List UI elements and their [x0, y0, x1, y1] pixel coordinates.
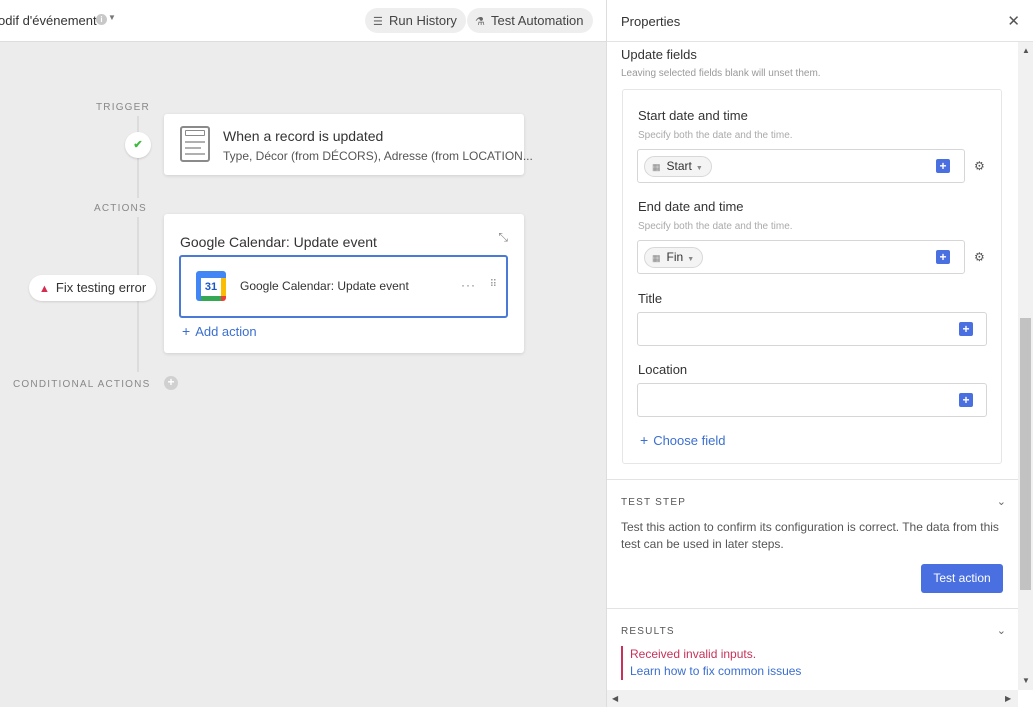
close-icon[interactable]: ✕: [1007, 12, 1020, 30]
collapse-icon[interactable]: ⤡: [498, 230, 508, 245]
add-field-icon[interactable]: +: [936, 250, 950, 264]
update-fields-subtitle: Leaving selected fields blank will unset…: [621, 68, 821, 79]
start-token[interactable]: ▦ Start ▼: [644, 156, 712, 177]
record-icon: [180, 126, 210, 162]
info-icon[interactable]: i: [96, 14, 107, 25]
fix-testing-error-button[interactable]: ▲ Fix testing error: [29, 275, 157, 301]
list-icon: ☰: [373, 16, 383, 28]
add-conditional-icon[interactable]: +: [164, 376, 178, 390]
title-field-input[interactable]: +: [637, 312, 987, 346]
trigger-title: When a record is updated: [223, 128, 384, 144]
run-history-button[interactable]: ☰ Run History: [365, 8, 466, 33]
end-token[interactable]: ▦ Fin ▼: [644, 247, 704, 268]
conditional-actions-label: CONDITIONAL ACTIONS: [13, 379, 151, 390]
panel-title: Properties: [621, 14, 681, 29]
horizontal-scrollbar[interactable]: ◀ ▶: [607, 690, 1018, 707]
location-field-input[interactable]: +: [637, 383, 987, 417]
run-history-label: Run History: [389, 13, 457, 28]
add-action-button[interactable]: + Add action: [182, 323, 257, 339]
warning-icon: ▲: [39, 283, 50, 295]
choose-field-label: Choose field: [653, 433, 726, 448]
update-fields-title: Update fields: [621, 47, 697, 62]
check-icon: ✔: [125, 132, 151, 158]
scroll-up-icon[interactable]: ▲: [1022, 46, 1030, 55]
test-step-title: TEST STEP: [621, 497, 687, 508]
divider: [607, 479, 1018, 480]
action-step[interactable]: 31 Google Calendar: Update event ··· ⠿: [179, 255, 508, 318]
test-action-button[interactable]: Test action: [921, 564, 1003, 593]
calendar-icon: ▦: [652, 253, 661, 263]
trigger-card[interactable]: When a record is updated Type, Décor (fr…: [164, 114, 533, 175]
drag-handle-icon[interactable]: ⠿: [490, 279, 497, 290]
test-step-description: Test this action to confirm its configur…: [621, 520, 999, 551]
actions-label: ACTIONS: [94, 203, 147, 214]
end-field-hint: Specify both the date and the time.: [638, 221, 793, 232]
start-field-input[interactable]: ▦ Start ▼ +: [637, 149, 965, 183]
scroll-left-icon[interactable]: ◀: [612, 694, 618, 703]
top-bar: odif d'événement i ▼ ☰ Run History ⚗ Test …: [0, 0, 606, 42]
vertical-scrollbar[interactable]: ▲ ▼: [1018, 42, 1033, 690]
gear-icon[interactable]: ⚙: [974, 250, 985, 264]
trigger-label: TRIGGER: [96, 102, 150, 113]
properties-panel: Properties ✕ Update fields Leaving selec…: [606, 0, 1033, 707]
start-field-hint: Specify both the date and the time.: [638, 130, 793, 141]
chevron-down-icon[interactable]: ⌄: [997, 495, 1006, 508]
scroll-right-icon[interactable]: ▶: [1005, 694, 1011, 703]
add-field-icon[interactable]: +: [959, 322, 973, 336]
chevron-down-icon[interactable]: ⌄: [997, 624, 1006, 637]
flask-icon: ⚗: [475, 16, 485, 28]
error-pill-label: Fix testing error: [55, 280, 147, 295]
gear-icon[interactable]: ⚙: [974, 159, 985, 173]
panel-header: Properties ✕: [607, 0, 1033, 42]
choose-field-button[interactable]: + Choose field: [640, 432, 725, 448]
title-field-label: Title: [638, 291, 663, 306]
more-icon[interactable]: ···: [461, 278, 476, 292]
action-step-label: Google Calendar: Update event: [240, 279, 409, 293]
location-field-label: Location: [638, 362, 688, 377]
chevron-down-icon: ▼: [687, 256, 695, 263]
google-calendar-icon: 31: [196, 271, 226, 301]
chevron-down-icon: ▼: [695, 165, 703, 172]
fix-issues-link[interactable]: Learn how to fix common issues: [630, 663, 801, 680]
trigger-subtitle: Type, Décor (from DÉCORS), Adresse (from…: [223, 149, 533, 163]
panel-scroll-area: Update fields Leaving selected fields bl…: [607, 42, 1018, 690]
start-field-label: Start date and time: [638, 108, 748, 123]
automation-name[interactable]: odif d'événement: [0, 13, 97, 28]
end-field-label: End date and time: [638, 199, 744, 214]
add-field-icon[interactable]: +: [936, 159, 950, 173]
plus-icon: +: [640, 432, 649, 448]
automation-canvas: odif d'événement i ▼ ☰ Run History ⚗ Test …: [0, 0, 606, 707]
add-field-icon[interactable]: +: [959, 393, 973, 407]
test-automation-button[interactable]: ⚗ Test Automation: [467, 8, 593, 33]
test-automation-label: Test Automation: [491, 13, 584, 28]
scroll-down-icon[interactable]: ▼: [1022, 676, 1030, 685]
add-action-label: Add action: [195, 324, 257, 339]
action-card-title: Google Calendar: Update event: [180, 234, 377, 250]
divider: [607, 608, 1018, 609]
action-card: Google Calendar: Update event ⤡ 31 Googl…: [164, 214, 524, 353]
results-box: Received invalid inputs. Learn how to fi…: [621, 646, 801, 680]
end-field-input[interactable]: ▦ Fin ▼ +: [637, 240, 965, 274]
scrollbar-thumb[interactable]: [1020, 318, 1031, 590]
chevron-down-icon[interactable]: ▼: [108, 13, 116, 22]
results-error-text: Received invalid inputs.: [630, 647, 757, 661]
fields-box: Start date and time Specify both the dat…: [622, 89, 1002, 464]
plus-icon: +: [182, 323, 191, 339]
calendar-icon: ▦: [652, 162, 661, 172]
results-title: RESULTS: [621, 626, 675, 637]
